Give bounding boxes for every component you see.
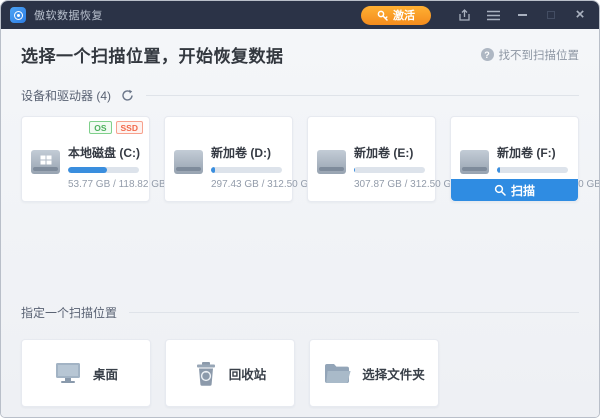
drive-name: 本地磁盘 (C:)	[68, 144, 139, 161]
locations-section-header: 指定一个扫描位置	[21, 304, 579, 321]
drive-card-d[interactable]: 新加卷 (D:) 297.43 GB / 312.50 GB	[164, 116, 293, 202]
drive-name: 新加卷 (D:)	[211, 144, 282, 161]
app-logo-icon	[10, 7, 26, 23]
app-window: 傲软数据恢复 激活 × 选择一个扫描位置，开始恢复数据 ? 找不到扫描	[0, 0, 600, 418]
devices-section-header: 设备和驱动器 (4)	[21, 87, 579, 104]
drive-icon	[174, 150, 203, 174]
scan-magnifier-icon	[494, 184, 506, 196]
location-label: 选择文件夹	[362, 364, 425, 383]
capacity-bar	[354, 167, 425, 173]
drive-name: 新加卷 (E:)	[354, 144, 425, 161]
refresh-icon[interactable]	[121, 89, 134, 102]
app-title: 傲软数据恢复	[34, 7, 103, 23]
locations-section-label: 指定一个扫描位置	[21, 304, 117, 321]
drive-size: 53.77 GB / 118.82 GB	[68, 179, 139, 190]
minimize-icon[interactable]	[515, 8, 529, 22]
help-question-icon: ?	[481, 48, 494, 61]
drive-icon	[317, 150, 346, 174]
drive-icon	[460, 150, 489, 174]
scan-button-label: 扫描	[511, 182, 535, 199]
ssd-badge: SSD	[116, 121, 143, 134]
folder-icon	[323, 362, 351, 385]
recycle-bin-icon	[194, 361, 218, 386]
location-card-choose-folder[interactable]: 选择文件夹	[309, 339, 439, 407]
divider	[146, 95, 579, 96]
capacity-bar	[497, 167, 568, 173]
location-card-desktop[interactable]: 桌面	[21, 339, 151, 407]
drive-name: 新加卷 (F:)	[497, 144, 568, 161]
capacity-bar	[211, 167, 282, 173]
scan-button[interactable]: 扫描	[451, 179, 578, 201]
drive-size: 297.43 GB / 312.50 GB	[211, 179, 282, 190]
activate-button[interactable]: 激活	[361, 6, 431, 25]
location-label: 桌面	[93, 364, 118, 383]
menu-icon[interactable]	[486, 8, 500, 22]
drive-card-e[interactable]: 新加卷 (E:) 307.87 GB / 312.50 GB	[307, 116, 436, 202]
drive-card-row: OS SSD 本地磁盘 (C:) 53.77 GB / 118.82	[21, 116, 579, 202]
drive-card-c[interactable]: OS SSD 本地磁盘 (C:) 53.77 GB / 118.82	[21, 116, 150, 202]
desktop-icon	[54, 361, 82, 385]
share-icon[interactable]	[457, 8, 471, 22]
location-label: 回收站	[229, 364, 267, 383]
page-title: 选择一个扫描位置，开始恢复数据	[21, 42, 284, 67]
cant-find-location-link[interactable]: ? 找不到扫描位置	[481, 47, 580, 63]
main-content: 选择一个扫描位置，开始恢复数据 ? 找不到扫描位置 设备和驱动器 (4) OS …	[1, 29, 599, 417]
os-badge: OS	[89, 121, 111, 134]
help-link-label: 找不到扫描位置	[499, 47, 580, 63]
drive-card-f[interactable]: 新加卷 (F:) 293.74 GB / 306.50 GB 扫描	[450, 116, 579, 202]
divider	[129, 312, 579, 313]
activate-label: 激活	[393, 7, 415, 23]
close-icon[interactable]: ×	[573, 8, 587, 22]
system-drive-icon	[31, 150, 60, 174]
drive-size: 307.87 GB / 312.50 GB	[354, 179, 425, 190]
key-icon	[377, 10, 388, 21]
maximize-icon[interactable]	[544, 8, 558, 22]
location-card-row: 桌面 回收站	[21, 339, 579, 407]
titlebar: 傲软数据恢复 激活 ×	[1, 1, 599, 29]
capacity-bar	[68, 167, 139, 173]
location-card-recycle-bin[interactable]: 回收站	[165, 339, 295, 407]
devices-section-label: 设备和驱动器 (4)	[21, 87, 111, 104]
